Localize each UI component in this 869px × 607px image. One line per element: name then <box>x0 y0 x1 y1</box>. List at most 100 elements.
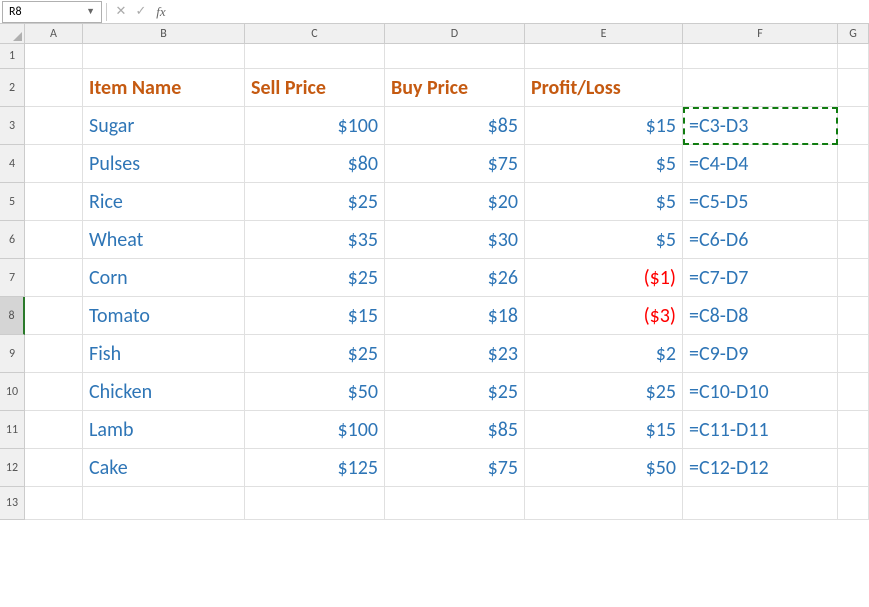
cell-D13[interactable] <box>385 487 525 520</box>
row-header-1[interactable]: 1 <box>0 44 25 69</box>
row-header-8[interactable]: 8 <box>0 297 25 335</box>
cell-A10[interactable] <box>25 373 83 411</box>
cell-A8[interactable] <box>25 297 83 335</box>
cell-G1[interactable] <box>838 44 869 69</box>
cell-C2[interactable]: Sell Price <box>245 69 385 107</box>
cell-G12[interactable] <box>838 449 869 487</box>
column-header-F[interactable]: F <box>683 24 838 44</box>
cell-F9[interactable]: =C9-D9 <box>683 335 838 373</box>
cell-E11[interactable]: $15 <box>525 411 683 449</box>
cell-B11[interactable]: Lamb <box>83 411 245 449</box>
cell-E4[interactable]: $5 <box>525 145 683 183</box>
cell-G13[interactable] <box>838 487 869 520</box>
cell-B9[interactable]: Fish <box>83 335 245 373</box>
cell-B1[interactable] <box>83 44 245 69</box>
cell-F5[interactable]: =C5-D5 <box>683 183 838 221</box>
cell-F12[interactable]: =C12-D12 <box>683 449 838 487</box>
chevron-down-icon[interactable]: ▼ <box>86 6 95 17</box>
cell-C1[interactable] <box>245 44 385 69</box>
cell-A5[interactable] <box>25 183 83 221</box>
cell-F11[interactable]: =C11-D11 <box>683 411 838 449</box>
column-header-G[interactable]: G <box>838 24 869 44</box>
fx-icon[interactable]: fx <box>151 2 171 22</box>
cell-D1[interactable] <box>385 44 525 69</box>
cell-C6[interactable]: $35 <box>245 221 385 259</box>
cell-D7[interactable]: $26 <box>385 259 525 297</box>
cell-A9[interactable] <box>25 335 83 373</box>
cell-F2[interactable] <box>683 69 838 107</box>
cell-C12[interactable]: $125 <box>245 449 385 487</box>
cell-F7[interactable]: =C7-D7 <box>683 259 838 297</box>
column-header-D[interactable]: D <box>385 24 525 44</box>
cell-C8[interactable]: $15 <box>245 297 385 335</box>
row-header-6[interactable]: 6 <box>0 221 25 259</box>
cell-F3[interactable]: =C3-D3 <box>683 107 838 145</box>
cell-G5[interactable] <box>838 183 869 221</box>
cell-E9[interactable]: $2 <box>525 335 683 373</box>
cells-area[interactable]: Item NameSell PriceBuy PriceProfit/LossS… <box>25 44 869 520</box>
cell-G9[interactable] <box>838 335 869 373</box>
cell-F1[interactable] <box>683 44 838 69</box>
cell-A6[interactable] <box>25 221 83 259</box>
cell-F8[interactable]: =C8-D8 <box>683 297 838 335</box>
cell-A1[interactable] <box>25 44 83 69</box>
cell-A2[interactable] <box>25 69 83 107</box>
cell-F4[interactable]: =C4-D4 <box>683 145 838 183</box>
cell-G10[interactable] <box>838 373 869 411</box>
column-header-B[interactable]: B <box>83 24 245 44</box>
cell-E10[interactable]: $25 <box>525 373 683 411</box>
cell-F13[interactable] <box>683 487 838 520</box>
cell-A4[interactable] <box>25 145 83 183</box>
cell-E13[interactable] <box>525 487 683 520</box>
check-icon[interactable]: ✓ <box>131 2 151 22</box>
cell-E1[interactable] <box>525 44 683 69</box>
cell-B6[interactable]: Wheat <box>83 221 245 259</box>
cell-B8[interactable]: Tomato <box>83 297 245 335</box>
row-header-13[interactable]: 13 <box>0 487 25 520</box>
cell-E12[interactable]: $50 <box>525 449 683 487</box>
cell-C7[interactable]: $25 <box>245 259 385 297</box>
cell-E3[interactable]: $15 <box>525 107 683 145</box>
cell-D8[interactable]: $18 <box>385 297 525 335</box>
cell-D11[interactable]: $85 <box>385 411 525 449</box>
row-header-2[interactable]: 2 <box>0 69 25 107</box>
row-header-10[interactable]: 10 <box>0 373 25 411</box>
row-header-9[interactable]: 9 <box>0 335 25 373</box>
cell-D6[interactable]: $30 <box>385 221 525 259</box>
cell-B13[interactable] <box>83 487 245 520</box>
cell-B2[interactable]: Item Name <box>83 69 245 107</box>
cell-E7[interactable]: ($1) <box>525 259 683 297</box>
cell-E2[interactable]: Profit/Loss <box>525 69 683 107</box>
cell-D4[interactable]: $75 <box>385 145 525 183</box>
cell-G7[interactable] <box>838 259 869 297</box>
select-all-corner[interactable] <box>0 24 25 44</box>
cell-C10[interactable]: $50 <box>245 373 385 411</box>
cell-G4[interactable] <box>838 145 869 183</box>
cell-F10[interactable]: =C10-D10 <box>683 373 838 411</box>
cell-C11[interactable]: $100 <box>245 411 385 449</box>
cell-D9[interactable]: $23 <box>385 335 525 373</box>
column-header-E[interactable]: E <box>525 24 683 44</box>
row-header-5[interactable]: 5 <box>0 183 25 221</box>
cell-G8[interactable] <box>838 297 869 335</box>
cell-E5[interactable]: $5 <box>525 183 683 221</box>
row-header-7[interactable]: 7 <box>0 259 25 297</box>
cell-C9[interactable]: $25 <box>245 335 385 373</box>
cell-C4[interactable]: $80 <box>245 145 385 183</box>
cell-B3[interactable]: Sugar <box>83 107 245 145</box>
cell-A3[interactable] <box>25 107 83 145</box>
cell-B4[interactable]: Pulses <box>83 145 245 183</box>
row-header-12[interactable]: 12 <box>0 449 25 487</box>
cell-A12[interactable] <box>25 449 83 487</box>
cell-D10[interactable]: $25 <box>385 373 525 411</box>
row-header-11[interactable]: 11 <box>0 411 25 449</box>
cell-A13[interactable] <box>25 487 83 520</box>
column-header-C[interactable]: C <box>245 24 385 44</box>
cell-C5[interactable]: $25 <box>245 183 385 221</box>
cell-A7[interactable] <box>25 259 83 297</box>
cancel-icon[interactable]: ✕ <box>111 2 131 22</box>
cell-B5[interactable]: Rice <box>83 183 245 221</box>
cell-G11[interactable] <box>838 411 869 449</box>
formula-input[interactable] <box>171 2 869 22</box>
cell-A11[interactable] <box>25 411 83 449</box>
